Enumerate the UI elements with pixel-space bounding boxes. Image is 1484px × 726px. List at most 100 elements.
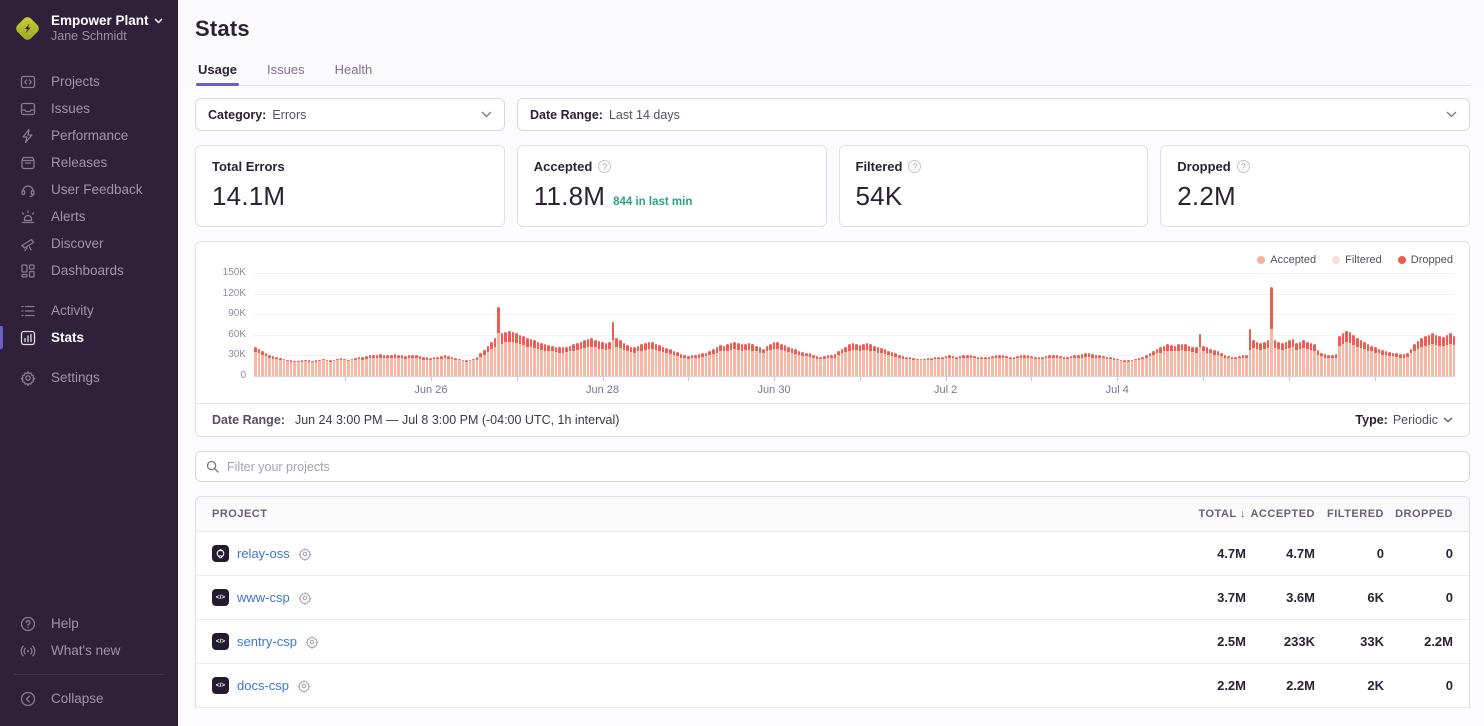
chart-bar[interactable] xyxy=(891,352,894,376)
chart-bar[interactable] xyxy=(1338,336,1341,376)
chart-bar[interactable] xyxy=(1277,342,1280,376)
chart-bar[interactable] xyxy=(673,351,676,376)
chart-bar[interactable] xyxy=(1234,357,1237,376)
project-link[interactable]: relay-oss xyxy=(237,546,290,561)
chart-bar[interactable] xyxy=(351,359,354,376)
chart-bar[interactable] xyxy=(791,348,794,376)
chart-bar[interactable] xyxy=(909,357,912,376)
tab-issues[interactable]: Issues xyxy=(265,56,307,85)
chart-bar[interactable] xyxy=(1163,346,1166,376)
chart-bar[interactable] xyxy=(773,342,776,376)
help-icon[interactable]: ? xyxy=(1237,160,1250,173)
chart-bar[interactable] xyxy=(1435,335,1438,376)
chart-bar[interactable] xyxy=(637,346,640,376)
chart-bar[interactable] xyxy=(1048,355,1051,376)
chart-bar[interactable] xyxy=(447,356,450,376)
chart-bar[interactable] xyxy=(301,360,304,376)
chart-bar[interactable] xyxy=(691,355,694,376)
chart-bar[interactable] xyxy=(1045,356,1048,376)
chart-bar[interactable] xyxy=(1127,360,1130,376)
chart-bar[interactable] xyxy=(805,353,808,376)
chart-bar[interactable] xyxy=(716,347,719,376)
chart-bar[interactable] xyxy=(540,343,543,376)
chart-bar[interactable] xyxy=(293,361,296,376)
chart-bar[interactable] xyxy=(343,359,346,376)
chart-bar[interactable] xyxy=(1009,357,1012,376)
chart-bar[interactable] xyxy=(1073,355,1076,376)
sidebar-item-projects[interactable]: Projects xyxy=(0,68,178,95)
chart-bar[interactable] xyxy=(945,356,948,376)
chart-bar[interactable] xyxy=(626,345,629,376)
chart-bar[interactable] xyxy=(1406,353,1409,376)
chart-bar[interactable] xyxy=(454,358,457,376)
chart-bar[interactable] xyxy=(1002,355,1005,376)
chart-bar[interactable] xyxy=(766,346,769,376)
chart-bar[interactable] xyxy=(962,355,965,376)
chart-bar[interactable] xyxy=(1306,342,1309,376)
chart-bar[interactable] xyxy=(708,351,711,376)
chart-bar[interactable] xyxy=(1327,355,1330,376)
chart-bar[interactable] xyxy=(1134,359,1137,376)
chart-bar[interactable] xyxy=(358,357,361,376)
chart-bar[interactable] xyxy=(683,355,686,376)
chart-bar[interactable] xyxy=(680,354,683,376)
chart-bar[interactable] xyxy=(394,354,397,376)
chart-bar[interactable] xyxy=(1181,344,1184,376)
chart-bar[interactable] xyxy=(1420,338,1423,376)
chart-bar[interactable] xyxy=(794,349,797,376)
chart-bar[interactable] xyxy=(465,360,468,376)
chart-bar[interactable] xyxy=(1070,356,1073,376)
chart-bar[interactable] xyxy=(297,361,300,376)
chart-bar[interactable] xyxy=(869,344,872,376)
chart-bar[interactable] xyxy=(544,344,547,376)
org-switcher[interactable]: Empower Plant Jane Schmidt xyxy=(0,0,178,54)
chart-bar[interactable] xyxy=(1324,354,1327,376)
chart-bar[interactable] xyxy=(1453,336,1456,376)
chart-bar[interactable] xyxy=(422,357,425,376)
legend-item-dropped[interactable]: Dropped xyxy=(1398,254,1453,266)
chart-bar[interactable] xyxy=(723,346,726,376)
chart-bar[interactable] xyxy=(612,322,615,376)
chart-bar[interactable] xyxy=(1102,356,1105,376)
chart-bar[interactable] xyxy=(1313,344,1316,376)
chart-bar[interactable] xyxy=(376,355,379,376)
chart-bar[interactable] xyxy=(1020,355,1023,376)
date-range-dropdown[interactable]: Date Range: Last 14 days xyxy=(517,98,1470,131)
chart-bar[interactable] xyxy=(1095,355,1098,376)
chart-bar[interactable] xyxy=(1149,353,1152,376)
chart-bar[interactable] xyxy=(1227,356,1230,376)
chart-bar[interactable] xyxy=(1023,355,1026,376)
chart-bar[interactable] xyxy=(533,340,536,376)
chart-bar[interactable] xyxy=(1041,357,1044,376)
chart-bar[interactable] xyxy=(415,355,418,376)
chart-bar[interactable] xyxy=(487,346,490,376)
chart-bar[interactable] xyxy=(501,333,504,376)
chart-bar[interactable] xyxy=(601,342,604,376)
chart-bar[interactable] xyxy=(1077,355,1080,376)
chart-bar[interactable] xyxy=(1209,349,1212,376)
chart-bar[interactable] xyxy=(315,360,318,376)
chart-bar[interactable] xyxy=(444,355,447,376)
chart-bar[interactable] xyxy=(372,355,375,376)
chart-bar[interactable] xyxy=(726,344,729,376)
chart-bar[interactable] xyxy=(787,347,790,377)
chart-bar[interactable] xyxy=(648,342,651,376)
sidebar-item-settings[interactable]: Settings xyxy=(0,364,178,391)
chart-bar[interactable] xyxy=(1231,357,1234,376)
chart-bar[interactable] xyxy=(1242,355,1245,376)
chart-bar[interactable] xyxy=(1424,336,1427,376)
chart-bar[interactable] xyxy=(930,358,933,376)
chart-bar[interactable] xyxy=(1177,344,1180,376)
chart-bar[interactable] xyxy=(497,307,500,376)
chart-bar[interactable] xyxy=(759,347,762,376)
chart-bar[interactable] xyxy=(462,360,465,376)
chart-bar[interactable] xyxy=(751,344,754,376)
chart-bar[interactable] xyxy=(504,332,507,376)
chart-bar[interactable] xyxy=(1199,334,1202,376)
chart-bar[interactable] xyxy=(952,356,955,376)
chart-bar[interactable] xyxy=(490,342,493,376)
chart-bar[interactable] xyxy=(476,357,479,376)
chart-bar[interactable] xyxy=(669,349,672,376)
chart-bar[interactable] xyxy=(429,358,432,376)
chart-bar[interactable] xyxy=(1302,340,1305,376)
